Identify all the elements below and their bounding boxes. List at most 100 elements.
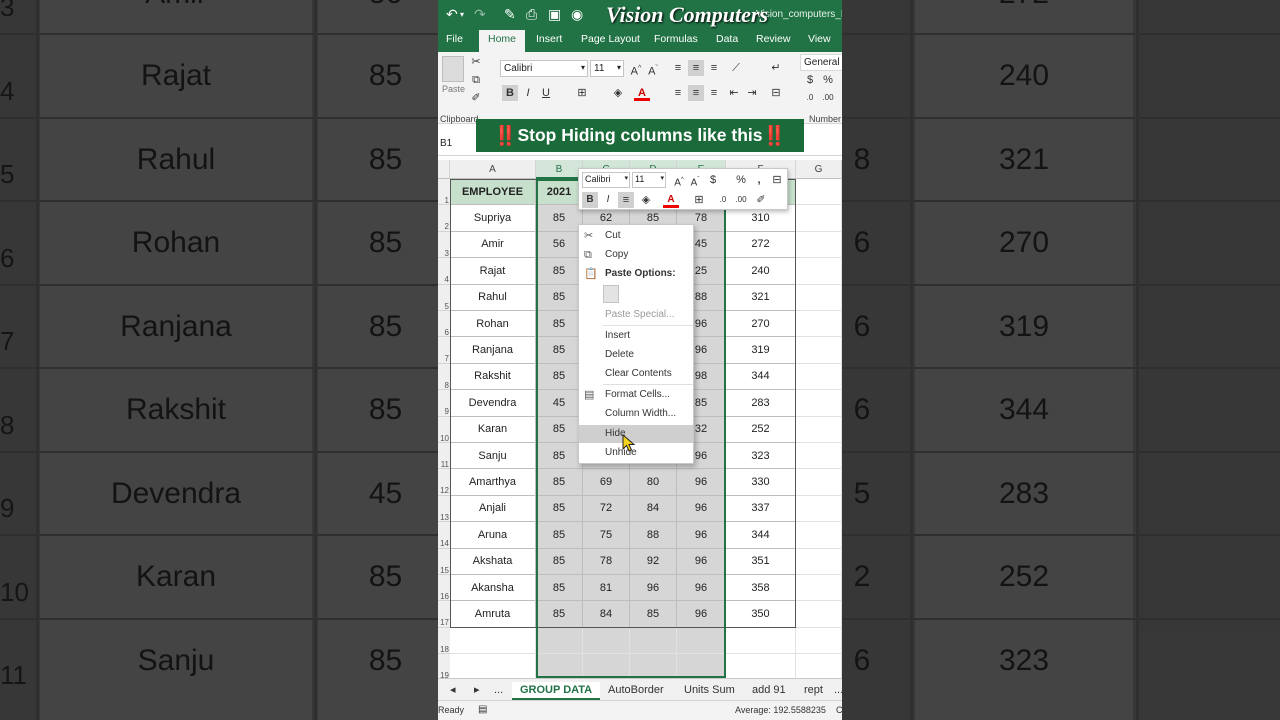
tab-insert[interactable]: Insert xyxy=(536,33,562,45)
font-name-dropdown-icon[interactable]: ▾ xyxy=(581,63,585,72)
table-cell[interactable]: Ranjana xyxy=(450,337,536,364)
table-cell[interactable]: Devendra xyxy=(450,390,536,417)
row-header[interactable]: 19 xyxy=(438,654,450,681)
context-menu-item-hide[interactable]: Hide xyxy=(579,425,693,443)
decrease-font-icon[interactable]: Aˇ xyxy=(645,61,661,78)
redo-icon[interactable]: ↷ xyxy=(474,6,486,23)
table-cell[interactable] xyxy=(796,575,842,602)
sheet-more-right[interactable]: ... xyxy=(834,682,842,700)
table-cell[interactable]: 337 xyxy=(726,495,796,523)
align-left-icon[interactable]: ≡ xyxy=(670,85,686,101)
fill-color-icon[interactable]: ◈ xyxy=(638,192,654,208)
table-cell[interactable] xyxy=(450,654,536,681)
fill-color-icon[interactable]: ◈ xyxy=(610,85,626,101)
table-cell[interactable]: 323 xyxy=(726,443,796,470)
table-cell[interactable] xyxy=(796,522,842,549)
font-color-icon[interactable]: A xyxy=(634,85,650,101)
table-cell[interactable]: Rajat xyxy=(450,258,536,285)
table-cell[interactable]: 85 xyxy=(536,284,583,311)
mini-font-size[interactable]: 11 ▾ xyxy=(632,172,666,188)
table-cell[interactable]: 85 xyxy=(536,258,583,285)
row-header[interactable]: 14 xyxy=(438,522,450,549)
table-cell[interactable]: Amarthya xyxy=(450,469,536,496)
tab-data[interactable]: Data xyxy=(716,33,738,45)
align-center-icon[interactable]: ≡ xyxy=(618,192,634,208)
table-cell[interactable]: 84 xyxy=(583,601,630,628)
table-cell[interactable]: 85 xyxy=(630,601,677,628)
context-menu-item-paste-special[interactable]: Paste Special... xyxy=(579,306,693,324)
sheet-tab-units-sum[interactable]: Units Sum xyxy=(684,682,735,700)
table-cell[interactable]: 85 xyxy=(536,416,583,443)
table-cell[interactable]: Karan xyxy=(450,416,536,443)
table-cell[interactable]: 270 xyxy=(726,311,796,338)
increase-decimal-icon[interactable]: .0 xyxy=(715,192,731,208)
eraser-icon[interactable]: ✎ xyxy=(504,6,516,23)
mini-font-name[interactable]: Calibri ▾ xyxy=(582,172,630,188)
table-cell[interactable] xyxy=(796,337,842,364)
align-bottom-icon[interactable]: ≡ xyxy=(706,60,722,76)
row-header[interactable]: 9 xyxy=(438,390,450,417)
paste-label[interactable]: Paste xyxy=(442,84,465,94)
table-cell[interactable]: 85 xyxy=(536,601,583,628)
tab-page-layout[interactable]: Page Layout xyxy=(581,33,640,45)
sheet-tab-group-data[interactable]: GROUP DATA xyxy=(512,682,601,700)
context-menu-item-delete[interactable]: Delete xyxy=(579,346,693,364)
decrease-decimal-icon[interactable]: .00 xyxy=(820,90,836,106)
context-menu-item-copy[interactable]: ⧉ Copy xyxy=(579,246,693,264)
table-cell[interactable]: 96 xyxy=(677,548,726,575)
table-cell[interactable]: 252 xyxy=(726,416,796,443)
format-painter-icon[interactable]: ✐ xyxy=(753,192,769,208)
row-header[interactable]: 6 xyxy=(438,311,450,338)
macro-record-icon[interactable]: ▤ xyxy=(478,704,487,715)
table-cell[interactable] xyxy=(450,627,536,655)
row-header[interactable]: 7 xyxy=(438,337,450,364)
table-cell[interactable] xyxy=(796,231,842,259)
table-cell[interactable]: Aruna xyxy=(450,522,536,549)
row-header[interactable]: 18 xyxy=(438,627,450,655)
table-cell[interactable]: 85 xyxy=(536,205,583,232)
context-menu-item-column-width[interactable]: Column Width... xyxy=(579,405,693,423)
sheet-scroll-left-icon[interactable]: ◂ xyxy=(450,682,456,700)
table-cell[interactable]: 96 xyxy=(677,601,726,628)
table-cell[interactable] xyxy=(536,627,583,655)
table-cell[interactable]: 69 xyxy=(583,469,630,496)
table-cell[interactable]: 85 xyxy=(536,495,583,523)
table-cell[interactable]: 96 xyxy=(677,495,726,523)
table-cell[interactable]: 272 xyxy=(726,231,796,259)
align-right-icon[interactable]: ≡ xyxy=(706,85,722,101)
table-cell[interactable]: 85 xyxy=(536,469,583,496)
context-menu-item-unhide[interactable]: Unhide xyxy=(579,444,693,462)
font-size-box[interactable]: 11 ▾ xyxy=(590,60,624,77)
context-menu-item-cut[interactable]: ✂ Cut xyxy=(579,227,693,245)
table-cell[interactable]: 344 xyxy=(726,363,796,391)
context-menu-item-format-cells[interactable]: ▤ Format Cells... xyxy=(579,386,693,404)
mini-currency[interactable]: $ xyxy=(705,172,721,188)
sheet-tab-autoborder[interactable]: AutoBorder xyxy=(608,682,664,700)
table-cell[interactable]: 85 xyxy=(536,311,583,338)
format-painter-icon[interactable]: ✐ xyxy=(468,90,484,106)
increase-indent-icon[interactable]: ⇥ xyxy=(744,85,760,101)
borders-icon[interactable]: ⊞ xyxy=(691,192,707,208)
mini-comma[interactable]: , xyxy=(751,172,767,188)
table-header-cell[interactable] xyxy=(796,179,842,206)
undo-icon[interactable]: ↶ xyxy=(446,6,458,23)
row-header[interactable]: 16 xyxy=(438,575,450,602)
table-cell[interactable] xyxy=(583,627,630,655)
camera-icon[interactable]: ◉ xyxy=(571,6,583,23)
row-header[interactable]: 15 xyxy=(438,548,450,575)
table-cell[interactable] xyxy=(796,627,842,655)
accounting-format-icon[interactable]: $ xyxy=(802,72,818,88)
tab-review[interactable]: Review xyxy=(756,33,790,45)
table-cell[interactable]: 319 xyxy=(726,337,796,364)
table-cell[interactable]: Supriya xyxy=(450,205,536,232)
table-cell[interactable]: Rohan xyxy=(450,311,536,338)
table-cell[interactable]: Amruta xyxy=(450,601,536,628)
wrap-text-icon[interactable]: ↵ xyxy=(768,60,784,76)
table-cell[interactable]: Akansha xyxy=(450,575,536,602)
sheet-more-left[interactable]: ... xyxy=(494,682,503,700)
tab-home[interactable]: Home xyxy=(479,30,526,52)
table-cell[interactable] xyxy=(677,627,726,655)
table-cell[interactable] xyxy=(796,311,842,338)
table-cell[interactable] xyxy=(726,627,796,655)
bold-icon[interactable]: B xyxy=(502,85,518,101)
